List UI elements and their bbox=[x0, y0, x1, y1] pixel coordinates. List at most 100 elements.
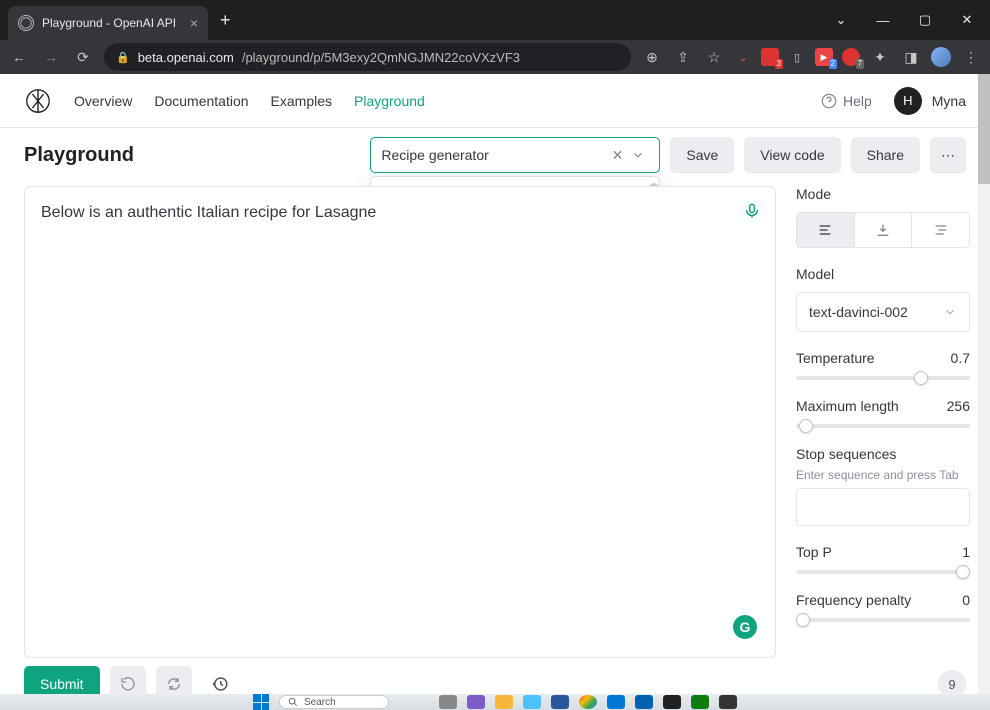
taskbar-search[interactable]: Search bbox=[279, 695, 389, 709]
user-menu[interactable]: H Myna bbox=[894, 87, 966, 115]
mode-complete-button[interactable] bbox=[797, 213, 854, 247]
start-button[interactable] bbox=[253, 694, 269, 710]
clear-preset-icon[interactable]: ✕ bbox=[608, 147, 628, 164]
header-row: Playground Recipe generator ✕ MY PRESETS… bbox=[0, 128, 990, 182]
frequency-penalty-label: Frequency penalty 0 bbox=[796, 592, 970, 608]
mode-edit-button[interactable] bbox=[911, 213, 969, 247]
preset-select[interactable]: Recipe generator ✕ MY PRESETS Recipe gen… bbox=[370, 137, 660, 173]
mode-insert-button[interactable] bbox=[854, 213, 912, 247]
tab-strip: Playground - OpenAI API × + ⌄ ― ▢ ✕ bbox=[0, 0, 990, 40]
taskbar-app[interactable] bbox=[551, 695, 569, 709]
browser-menu-icon[interactable]: ⋮ bbox=[960, 46, 982, 68]
taskbar-app[interactable] bbox=[523, 695, 541, 709]
chevron-down-icon bbox=[943, 305, 957, 319]
taskbar-app[interactable] bbox=[691, 695, 709, 709]
mode-selector bbox=[796, 212, 970, 248]
more-menu-button[interactable]: ⋯ bbox=[930, 137, 966, 173]
browser-tab[interactable]: Playground - OpenAI API × bbox=[8, 6, 208, 40]
taskbar-app[interactable] bbox=[663, 695, 681, 709]
nav-overview[interactable]: Overview bbox=[74, 93, 132, 109]
prompt-textarea[interactable]: Below is an authentic Italian recipe for… bbox=[24, 186, 776, 658]
zoom-icon[interactable]: ⊕ bbox=[641, 46, 663, 68]
temperature-value: 0.7 bbox=[951, 350, 970, 366]
help-link[interactable]: Help bbox=[821, 93, 872, 109]
taskbar-app[interactable] bbox=[439, 695, 457, 709]
model-select[interactable]: text-davinci-002 bbox=[796, 292, 970, 332]
insert-icon bbox=[875, 222, 891, 238]
model-label: Model bbox=[796, 266, 970, 282]
taskbar-app[interactable] bbox=[579, 695, 597, 709]
extension-red-icon[interactable]: 3 bbox=[761, 48, 779, 66]
view-code-button[interactable]: View code bbox=[744, 137, 840, 173]
windows-logo-icon bbox=[253, 694, 269, 710]
minimize-icon[interactable]: ― bbox=[866, 6, 900, 34]
nav-playground[interactable]: Playground bbox=[354, 93, 425, 109]
taskbar-app[interactable] bbox=[495, 695, 513, 709]
close-window-icon[interactable]: ✕ bbox=[950, 6, 984, 34]
share-button[interactable]: Share bbox=[851, 137, 920, 173]
slider-thumb[interactable] bbox=[799, 419, 813, 433]
url-bar[interactable]: 🔒 beta.openai.com/playground/p/5M3exy2Qm… bbox=[104, 43, 631, 71]
search-icon bbox=[288, 697, 298, 707]
editor-column: Below is an authentic Italian recipe for… bbox=[0, 182, 786, 658]
browser-toolbar: ← → ⟳ 🔒 beta.openai.com/playground/p/5M3… bbox=[0, 40, 990, 74]
grammarly-icon[interactable]: G bbox=[733, 615, 757, 639]
profile-avatar[interactable] bbox=[931, 47, 951, 67]
pocket-icon[interactable]: ⌄ bbox=[734, 48, 752, 66]
device-icon[interactable]: ▯ bbox=[788, 48, 806, 66]
slider-thumb[interactable] bbox=[914, 371, 928, 385]
taskbar-app[interactable] bbox=[719, 695, 737, 709]
share-browser-icon[interactable]: ⇪ bbox=[672, 46, 694, 68]
taskbar-apps bbox=[439, 695, 737, 709]
temperature-slider[interactable] bbox=[796, 376, 970, 380]
model-value: text-davinci-002 bbox=[809, 304, 943, 320]
taskbar-app[interactable] bbox=[635, 695, 653, 709]
nav-documentation[interactable]: Documentation bbox=[154, 93, 248, 109]
max-length-value: 256 bbox=[947, 398, 970, 414]
save-button[interactable]: Save bbox=[670, 137, 734, 173]
frequency-penalty-slider[interactable] bbox=[796, 618, 970, 622]
openai-logo[interactable] bbox=[24, 87, 52, 115]
url-host: beta.openai.com bbox=[138, 50, 234, 65]
page-body: Overview Documentation Examples Playgrou… bbox=[0, 74, 990, 710]
openai-favicon bbox=[18, 15, 34, 31]
windows-taskbar: Search bbox=[0, 694, 990, 710]
max-length-slider[interactable] bbox=[796, 424, 970, 428]
stop-sequences-input[interactable] bbox=[796, 488, 970, 526]
slider-thumb[interactable] bbox=[796, 613, 810, 627]
extensions-puzzle-icon[interactable]: ✦ bbox=[869, 46, 891, 68]
sidebar: Mode Model text-davinci-002 bbox=[786, 182, 990, 658]
chevron-down-icon[interactable] bbox=[627, 148, 649, 162]
ellipsis-icon: ⋯ bbox=[941, 147, 955, 164]
page-scrollbar-thumb[interactable] bbox=[978, 74, 990, 184]
window-controls: ⌄ ― ▢ ✕ bbox=[824, 6, 984, 34]
side-panel-icon[interactable]: ◨ bbox=[900, 46, 922, 68]
nav-examples[interactable]: Examples bbox=[271, 93, 332, 109]
taskbar-app[interactable] bbox=[467, 695, 485, 709]
browser-chrome: Playground - OpenAI API × + ⌄ ― ▢ ✕ ← → … bbox=[0, 0, 990, 74]
lock-icon: 🔒 bbox=[116, 51, 130, 64]
chevron-down-icon[interactable]: ⌄ bbox=[824, 6, 858, 34]
edit-icon bbox=[933, 222, 949, 238]
stop-hint: Enter sequence and press Tab bbox=[796, 468, 970, 482]
reload-icon[interactable]: ⟳ bbox=[72, 46, 94, 68]
new-tab-button[interactable]: + bbox=[208, 10, 243, 31]
preset-value: Recipe generator bbox=[381, 147, 607, 163]
taskbar-app[interactable] bbox=[607, 695, 625, 709]
maximize-icon[interactable]: ▢ bbox=[908, 6, 942, 34]
extension-blue-icon[interactable]: ▶2 bbox=[815, 48, 833, 66]
microphone-icon[interactable] bbox=[743, 201, 761, 228]
stop-sequences-label: Stop sequences bbox=[796, 446, 970, 462]
refresh-icon bbox=[166, 676, 182, 692]
align-icon bbox=[817, 222, 833, 238]
top-p-label: Top P 1 bbox=[796, 544, 970, 560]
top-p-slider[interactable] bbox=[796, 570, 970, 574]
extension-orange-icon[interactable]: 7 bbox=[842, 48, 860, 66]
forward-icon[interactable]: → bbox=[40, 46, 62, 68]
slider-thumb[interactable] bbox=[956, 565, 970, 579]
history-icon bbox=[211, 675, 229, 693]
star-icon[interactable]: ☆ bbox=[703, 46, 725, 68]
tab-title: Playground - OpenAI API bbox=[42, 16, 182, 30]
back-icon[interactable]: ← bbox=[8, 46, 30, 68]
close-tab-icon[interactable]: × bbox=[190, 15, 198, 31]
